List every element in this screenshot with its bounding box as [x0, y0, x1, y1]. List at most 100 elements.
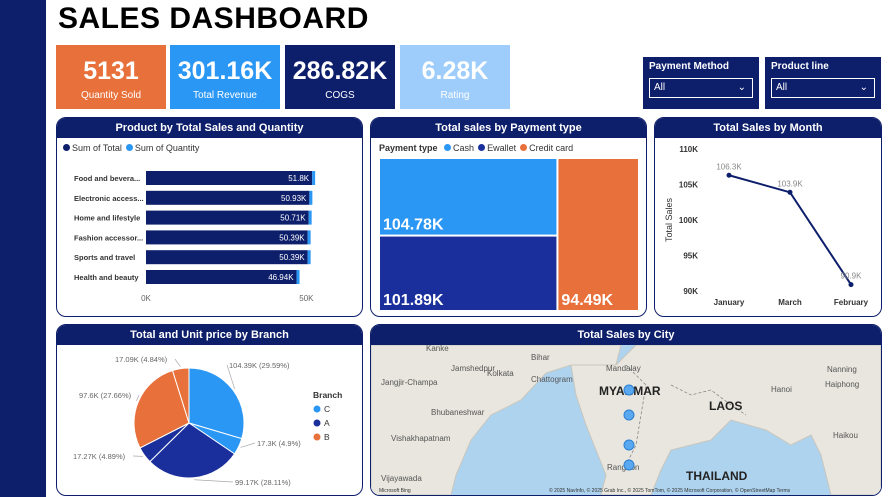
- x-tick-label: February: [834, 298, 869, 307]
- x-tick-label: January: [714, 298, 745, 307]
- kpi-cogs: 286.82K COGS: [285, 45, 395, 109]
- map-place-label: Mandalay: [606, 364, 641, 373]
- map-place-label: Haikou: [833, 431, 858, 440]
- map-place-label: THAILAND: [686, 469, 748, 483]
- x-tick-label: March: [778, 298, 802, 307]
- payment-type-card: Total sales by Payment type Payment type…: [370, 117, 647, 317]
- city-bubble: [623, 409, 635, 421]
- kpi-rating: 6.28K Rating: [400, 45, 510, 109]
- category-label: Electronic access...: [74, 194, 144, 203]
- category-label: Home and lifestyle: [74, 214, 140, 223]
- slice-label: 104.39K (29.59%): [229, 361, 290, 370]
- map-place-label: Bihar: [531, 353, 550, 362]
- slice-label: 99.17K (28.11%): [235, 478, 291, 487]
- chevron-down-icon[interactable]: ⌄: [738, 79, 746, 97]
- kpi-value: 286.82K: [292, 57, 388, 85]
- kpi-value: 6.28K: [421, 57, 489, 85]
- city-bubble: [623, 439, 635, 451]
- map-place-label: Chattogram: [531, 375, 573, 384]
- y-tick-label: 90K: [683, 287, 698, 296]
- x-tick-label: 50K: [299, 294, 314, 303]
- y-tick-label: 100K: [679, 216, 698, 225]
- data-label: 103.9K: [777, 179, 803, 188]
- data-label: 46.94K: [268, 273, 294, 282]
- data-point: [726, 172, 732, 178]
- slice-label: 17.3K (4.9%): [257, 439, 301, 448]
- map-place-label: Haiphong: [825, 380, 859, 389]
- kpi-label: Total Revenue: [193, 90, 257, 101]
- treemap-tile: [558, 159, 638, 310]
- chart-title: Product by Total Sales and Quantity: [57, 118, 362, 138]
- map-place-label: LAOS: [709, 399, 742, 413]
- city-sales-card: Total Sales by City Kanke Bihar Jamshedpur…: [370, 324, 882, 496]
- legend-item: C: [324, 404, 330, 414]
- map-place-label: Jangjir-Champa: [381, 378, 438, 387]
- kpi-quantity-sold: 5131 Quantity Sold: [56, 45, 166, 109]
- product-sales-card: Product by Total Sales and Quantity Sum …: [56, 117, 363, 317]
- branch-price-card: Total and Unit price by Branch 104.39K (…: [56, 324, 363, 496]
- city-bubble: [623, 459, 635, 471]
- category-label: Food and bevera...: [74, 174, 140, 183]
- chart-title: Total Sales by Month: [655, 118, 881, 138]
- tile-label: 101.89K: [383, 292, 444, 309]
- map-logo: Microsoft Bing: [379, 488, 411, 494]
- slicer-label: Product line: [771, 61, 829, 72]
- map-place-label: Bhubaneshwar: [431, 408, 485, 417]
- chart-title: Total Sales by City: [371, 325, 881, 345]
- bar-quantity: [307, 230, 311, 245]
- map-place-label: Hanoi: [771, 385, 792, 394]
- chart-title: Total and Unit price by Branch: [57, 325, 362, 345]
- monthly-sales-card: Total Sales by Month 110K 105K 100K 95K 90K T…: [654, 117, 882, 317]
- slice-label: 17.09K (4.84%): [115, 355, 168, 364]
- category-label: Fashion accessor...: [74, 233, 143, 242]
- line-chart: 110K 105K 100K 95K 90K Total Sales 106.3K Janua…: [664, 145, 869, 307]
- data-point: [848, 282, 854, 288]
- map[interactable]: KankeBiharJamshedpurKolkataChattogramJan…: [371, 345, 881, 495]
- legend-item: B: [324, 432, 330, 442]
- kpi-label: COGS: [325, 90, 355, 101]
- left-nav-bar: [0, 0, 46, 497]
- bar-quantity: [309, 190, 313, 205]
- dropdown-value: All: [776, 82, 788, 93]
- map-place-label: Vijayawada: [381, 474, 422, 483]
- tile-label: 94.49K: [561, 292, 613, 309]
- leader-line: [174, 358, 181, 367]
- y-axis-label: Total Sales: [664, 197, 674, 242]
- map-place-label: Rangoon: [607, 463, 639, 472]
- kpi-label: Rating: [440, 90, 470, 101]
- city-bubble: [623, 384, 635, 396]
- data-label: 50.93K: [281, 194, 307, 203]
- product-line-dropdown[interactable]: All ⌄: [771, 78, 875, 98]
- treemap-chart: 104.78K 101.89K 94.49K: [380, 159, 638, 310]
- slice-label: 17.27K (4.89%): [73, 452, 126, 461]
- product-line-slicer[interactable]: Product line All ⌄: [765, 57, 881, 109]
- leader-line: [194, 479, 234, 483]
- map-place-label: Kolkata: [487, 369, 514, 378]
- payment-method-slicer[interactable]: Payment Method All ⌄: [643, 57, 759, 109]
- bar-quantity: [307, 250, 311, 265]
- payment-method-dropdown[interactable]: All ⌄: [649, 78, 753, 98]
- bar-total: [146, 171, 313, 185]
- kpi-label: Quantity Sold: [80, 90, 142, 101]
- pie-chart: 104.39K (29.59%) 17.3K (4.9%) 99.17K (28.1…: [73, 355, 342, 487]
- legend-item: A: [324, 418, 330, 428]
- data-label: 50.39K: [279, 253, 305, 262]
- chevron-down-icon[interactable]: ⌄: [860, 79, 868, 97]
- data-label: 50.39K: [279, 233, 305, 242]
- bar-quantity: [296, 270, 300, 284]
- x-tick-label: 0K: [141, 294, 151, 303]
- leader-line: [240, 442, 256, 448]
- category-label: Health and beauty: [74, 273, 139, 282]
- data-point: [787, 189, 793, 195]
- data-label: 50.71K: [280, 214, 306, 223]
- legend-marker: [313, 405, 321, 413]
- legend-title: Branch: [313, 390, 342, 400]
- chart-title: Total sales by Payment type: [371, 118, 646, 138]
- data-label: 51.8K: [288, 174, 310, 183]
- slicer-label: Payment Method: [649, 61, 730, 72]
- map-attribution: © 2025 NavInfo, © 2025 Grab Inc., © 2025…: [549, 487, 791, 494]
- bar-quantity: [308, 210, 312, 225]
- category-label: Sports and travel: [74, 253, 135, 262]
- data-label: 106.3K: [716, 162, 742, 171]
- y-tick-label: 110K: [679, 145, 698, 154]
